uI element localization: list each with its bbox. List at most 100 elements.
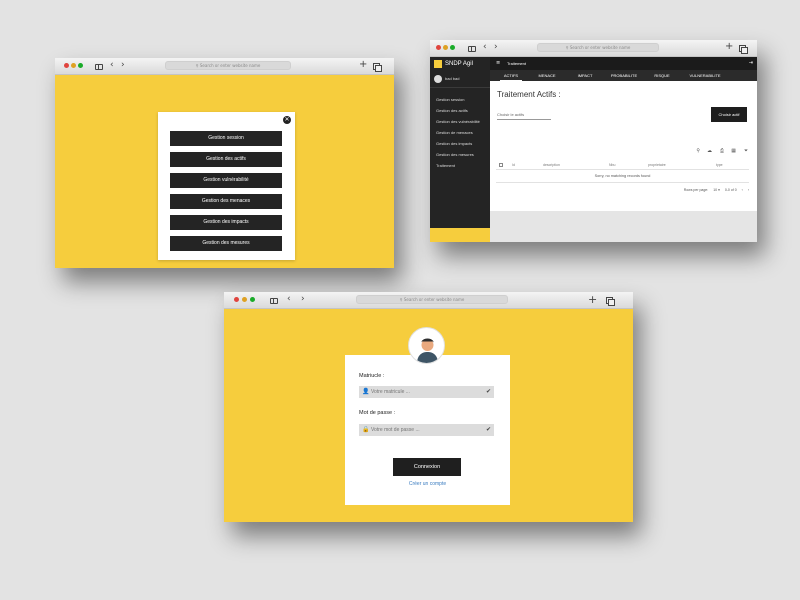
column-header-id[interactable]: Id [512, 161, 515, 170]
tab-impact[interactable]: IMPACT [574, 70, 596, 81]
back-icon[interactable]: ‹ [110, 61, 114, 70]
minimize-window-button[interactable] [71, 63, 76, 68]
forward-icon[interactable]: › [121, 61, 125, 70]
sidebar-item-impacts[interactable]: Gestion des impacts [436, 141, 472, 146]
tab-menace[interactable]: MENACE [535, 70, 559, 81]
password-input[interactable] [371, 424, 481, 436]
matricule-input[interactable] [371, 386, 481, 398]
sidebar: SNDP Agil bad bad Gestion session Gestio… [430, 57, 490, 242]
sidebar-footer [430, 228, 490, 242]
maximize-window-button[interactable] [450, 45, 455, 50]
download-icon[interactable]: ☁ [707, 148, 712, 154]
column-header-nbu[interactable]: Nbu [609, 161, 615, 170]
new-tab-icon[interactable]: + [725, 42, 733, 52]
browser-window-dashboard: ‹ › ⚲ Search or enter website name + SND… [430, 40, 757, 242]
menu-icon[interactable]: ≡ [496, 60, 500, 67]
next-page-icon[interactable]: › [748, 186, 749, 194]
prev-page-icon[interactable]: ‹ [742, 186, 743, 194]
menu-button-session[interactable]: Gestion session [170, 131, 282, 146]
back-icon[interactable]: ‹ [287, 295, 291, 304]
sidebar-item-mesures[interactable]: Gestion des mesures [436, 152, 474, 157]
tab-actifs[interactable]: ACTIFS [500, 70, 522, 81]
menu-button-vulnerabilite[interactable]: Gestion vulnérabilité [170, 173, 282, 188]
sidebar-item-menaces[interactable]: Gestion de menaces [436, 130, 473, 135]
browser-toolbar: ‹ › ⚲ Search or enter website name + [224, 292, 633, 309]
menu-button-mesures[interactable]: Gestion des mesures [170, 236, 282, 251]
new-tab-icon[interactable]: + [588, 294, 597, 305]
sidebar-toggle-icon[interactable] [468, 46, 476, 52]
column-header-description[interactable]: description [543, 161, 560, 170]
password-field[interactable]: 🔒 ✔ [359, 424, 494, 436]
lock-icon: 🔒 [362, 426, 370, 433]
address-bar[interactable]: ⚲ Search or enter website name [165, 61, 291, 70]
address-bar[interactable]: ⚲ Search or enter website name [537, 43, 659, 52]
forward-icon[interactable]: › [301, 295, 305, 304]
browser-toolbar: ‹ › ⚲ Search or enter website name + [55, 58, 394, 75]
tab-probabilite[interactable]: PROBABILITE [608, 70, 640, 81]
tabs-overview-icon[interactable] [373, 63, 382, 72]
page-range: 0-0 of 0 [724, 188, 737, 192]
page-title: Traitement [507, 61, 526, 66]
search-icon[interactable]: ⚲ [696, 148, 700, 154]
check-icon: ✔ [485, 426, 491, 433]
create-account-link[interactable]: Créer un compte [345, 481, 510, 487]
page-background: Matriucle : 👤 ✔ Mot de passe : 🔒 ✔ Conne… [224, 309, 633, 522]
sidebar-item-traitement[interactable]: Traitement [436, 163, 455, 168]
menu-button-actifs[interactable]: Gestion des actifs [170, 152, 282, 167]
maximize-window-button[interactable] [250, 297, 255, 302]
page-background: ✕ Gestion session Gestion des actifs Ges… [55, 75, 394, 268]
address-placeholder: Search or enter website name [569, 45, 631, 50]
view-columns-icon[interactable]: ▦ [731, 148, 736, 154]
close-window-button[interactable] [436, 45, 441, 50]
new-tab-icon[interactable]: + [359, 60, 367, 70]
menu-button-impacts[interactable]: Gestion des impacts [170, 215, 282, 230]
close-icon[interactable]: ✕ [283, 116, 291, 124]
top-app-bar: ≡ Traitement ⇥ [490, 57, 757, 70]
select-all-checkbox[interactable] [499, 163, 503, 167]
browser-window-menu: ‹ › ⚲ Search or enter website name + ✕ G… [55, 58, 394, 268]
table-header: Id description Nbu proprietaire type [496, 161, 749, 170]
matricule-field[interactable]: 👤 ✔ [359, 386, 494, 398]
browser-window-login: ‹ › ⚲ Search or enter website name + Mat… [224, 292, 633, 522]
login-card: Matriucle : 👤 ✔ Mot de passe : 🔒 ✔ Conne… [345, 355, 510, 505]
search-icon: ⚲ [565, 45, 569, 50]
search-icon: ⚲ [195, 63, 199, 68]
sidebar-toggle-icon[interactable] [95, 64, 103, 70]
address-placeholder: Search or enter website name [403, 297, 465, 302]
sidebar-item-session[interactable]: Gestion session [436, 97, 464, 102]
section-title: Traitement Actifs : [497, 90, 561, 99]
user-icon: 👤 [362, 388, 370, 395]
print-icon[interactable]: ⎙ [720, 148, 724, 154]
tab-bar: ACTIFS MENACE IMPACT PROBABILITE RISQUE … [490, 70, 757, 81]
tabs-overview-icon[interactable] [606, 297, 615, 306]
sidebar-item-actifs[interactable]: Gestion des actifs [436, 108, 468, 113]
menu-button-menaces[interactable]: Gestion des menaces [170, 194, 282, 209]
logout-icon[interactable]: ⇥ [749, 60, 753, 67]
sidebar-toggle-icon[interactable] [270, 298, 278, 304]
forward-icon[interactable]: › [494, 43, 498, 52]
tab-vulnerabilite[interactable]: VULNERABILITE [686, 70, 724, 81]
minimize-window-button[interactable] [443, 45, 448, 50]
menu-modal: ✕ Gestion session Gestion des actifs Ges… [158, 112, 295, 260]
column-header-proprietaire[interactable]: proprietaire [648, 161, 666, 170]
close-window-button[interactable] [234, 297, 239, 302]
tabs-overview-icon[interactable] [739, 45, 748, 54]
actifs-select[interactable]: Choisir le actifs [497, 111, 551, 120]
back-icon[interactable]: ‹ [483, 43, 487, 52]
address-bar[interactable]: ⚲ Search or enter website name [356, 295, 508, 304]
sidebar-item-vulnerabilite[interactable]: Gestion des vulnérabilité [436, 119, 480, 124]
minimize-window-button[interactable] [242, 297, 247, 302]
filter-icon[interactable]: ⏷ [744, 148, 748, 154]
choose-actif-button[interactable]: Choisir actif [711, 107, 747, 122]
column-header-type[interactable]: type [716, 161, 723, 170]
avatar [434, 75, 442, 83]
rows-per-page-select[interactable]: 10 ▾ [713, 186, 720, 194]
maximize-window-button[interactable] [78, 63, 83, 68]
tab-risque[interactable]: RISQUE [651, 70, 673, 81]
sidebar-divider [430, 87, 490, 88]
user-avatar-icon [408, 327, 445, 364]
user-name: bad bad [445, 76, 460, 81]
close-window-button[interactable] [64, 63, 69, 68]
main-content: Traitement Actifs : Choisir le actifs Ch… [490, 81, 757, 211]
login-button[interactable]: Connexion [393, 458, 461, 476]
